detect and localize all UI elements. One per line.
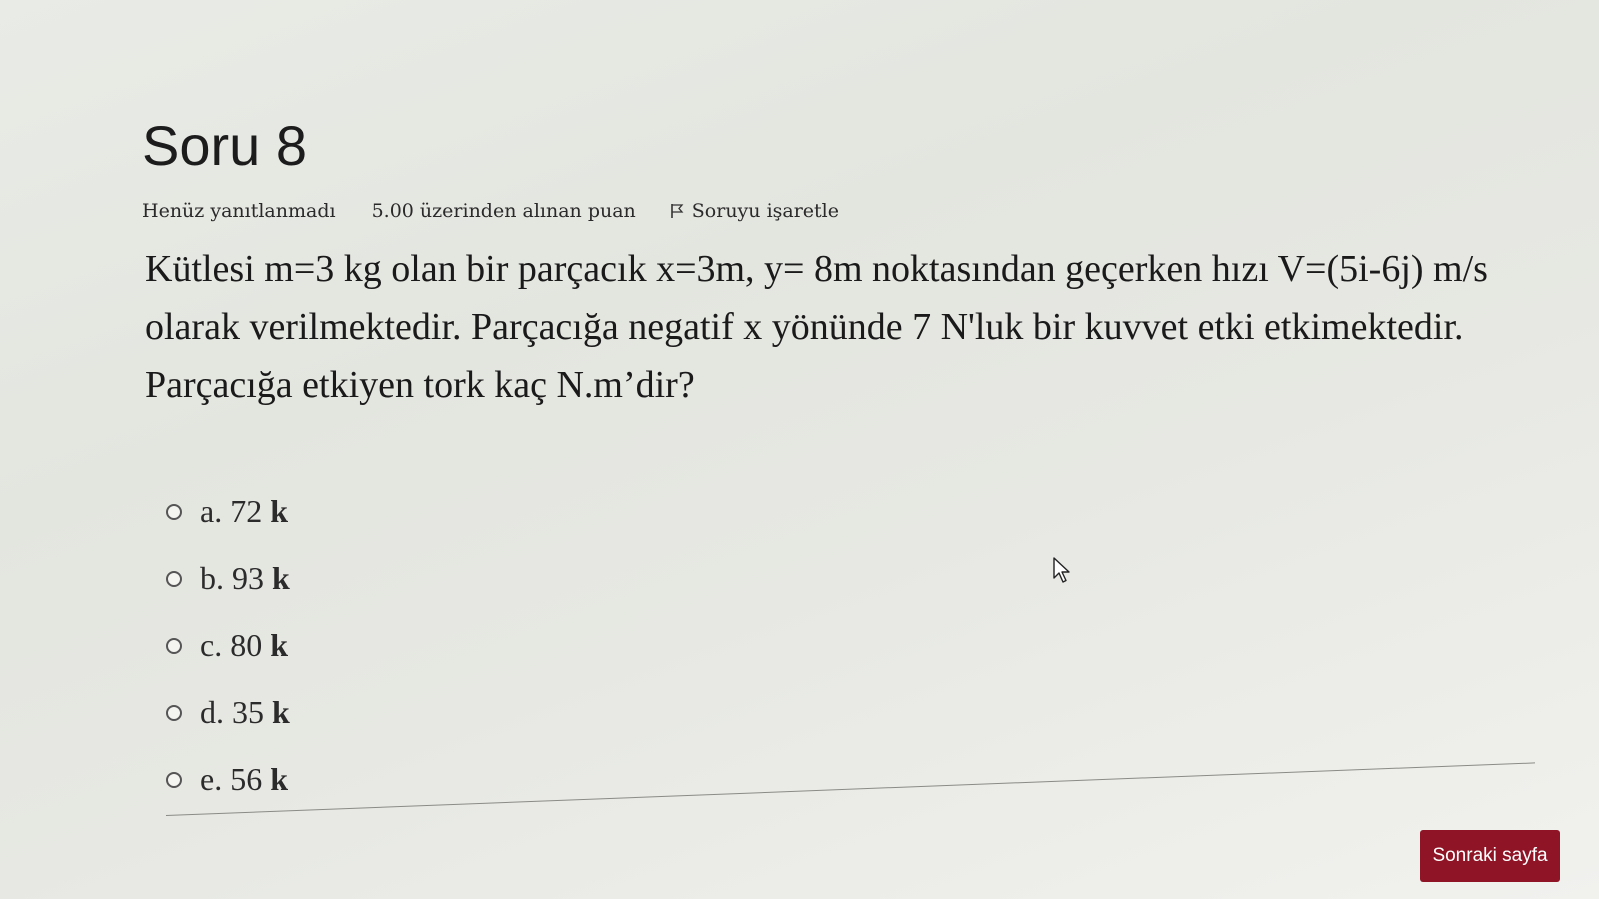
answer-option-c[interactable]: c. 80 k <box>166 612 290 679</box>
option-unit: k <box>270 493 288 529</box>
radio-button[interactable] <box>166 771 182 788</box>
option-unit: k <box>270 627 288 663</box>
option-letter: a. <box>200 493 223 529</box>
answer-option-d[interactable]: d. 35 k <box>166 679 290 746</box>
option-value: 72 <box>230 493 263 529</box>
answer-option-e[interactable]: e. 56 k <box>166 746 290 813</box>
option-letter: b. <box>200 560 224 596</box>
option-value: 93 <box>232 560 264 596</box>
quiz-page: Soru 8 Henüz yanıtlanmadı 5.00 üzerinden… <box>0 0 1599 899</box>
radio-button[interactable] <box>166 704 182 721</box>
option-value: 80 <box>230 627 263 663</box>
option-letter: e. <box>200 761 223 797</box>
question-info: Henüz yanıtlanmadı 5.00 üzerinden alınan… <box>142 200 839 222</box>
flag-icon <box>670 204 684 218</box>
question-text-line: olarak verilmektedir. Parçacığa negatif … <box>145 306 1464 348</box>
flag-question-link[interactable]: Soruyu işaretle <box>670 200 839 222</box>
divider <box>165 762 1536 816</box>
question-text-line: Kütlesi m=3 kg olan bir parçacık x=3m, y… <box>145 248 1488 290</box>
question-title: Soru 8 <box>142 114 307 177</box>
option-value: 56 <box>230 761 263 797</box>
answer-options: a. 72 k b. 93 k c. 80 k d. 35 k e. 56 k <box>166 478 290 813</box>
option-letter: c. <box>200 627 223 663</box>
option-unit: k <box>270 761 288 797</box>
next-page-button[interactable]: Sonraki sayfa <box>1420 830 1560 882</box>
option-value: 35 <box>232 694 264 730</box>
flag-question-label: Soruyu işaretle <box>691 200 840 222</box>
mouse-pointer-icon <box>1053 557 1070 583</box>
radio-button[interactable] <box>166 637 182 654</box>
answer-option-a[interactable]: a. 72 k <box>166 478 290 545</box>
question-grade: 5.00 üzerinden alınan puan <box>371 200 636 222</box>
answer-option-b[interactable]: b. 93 k <box>166 545 290 612</box>
radio-button[interactable] <box>166 570 182 587</box>
radio-button[interactable] <box>166 503 182 520</box>
option-unit: k <box>272 694 290 730</box>
question-status: Henüz yanıtlanmadı <box>142 200 336 222</box>
option-letter: d. <box>200 694 224 730</box>
question-text: Kütlesi m=3 kg olan bir parçacık x=3m, y… <box>145 240 1555 414</box>
option-unit: k <box>272 560 290 596</box>
question-text-line: Parçacığa etkiyen tork kaç N.m’dir? <box>145 364 695 406</box>
